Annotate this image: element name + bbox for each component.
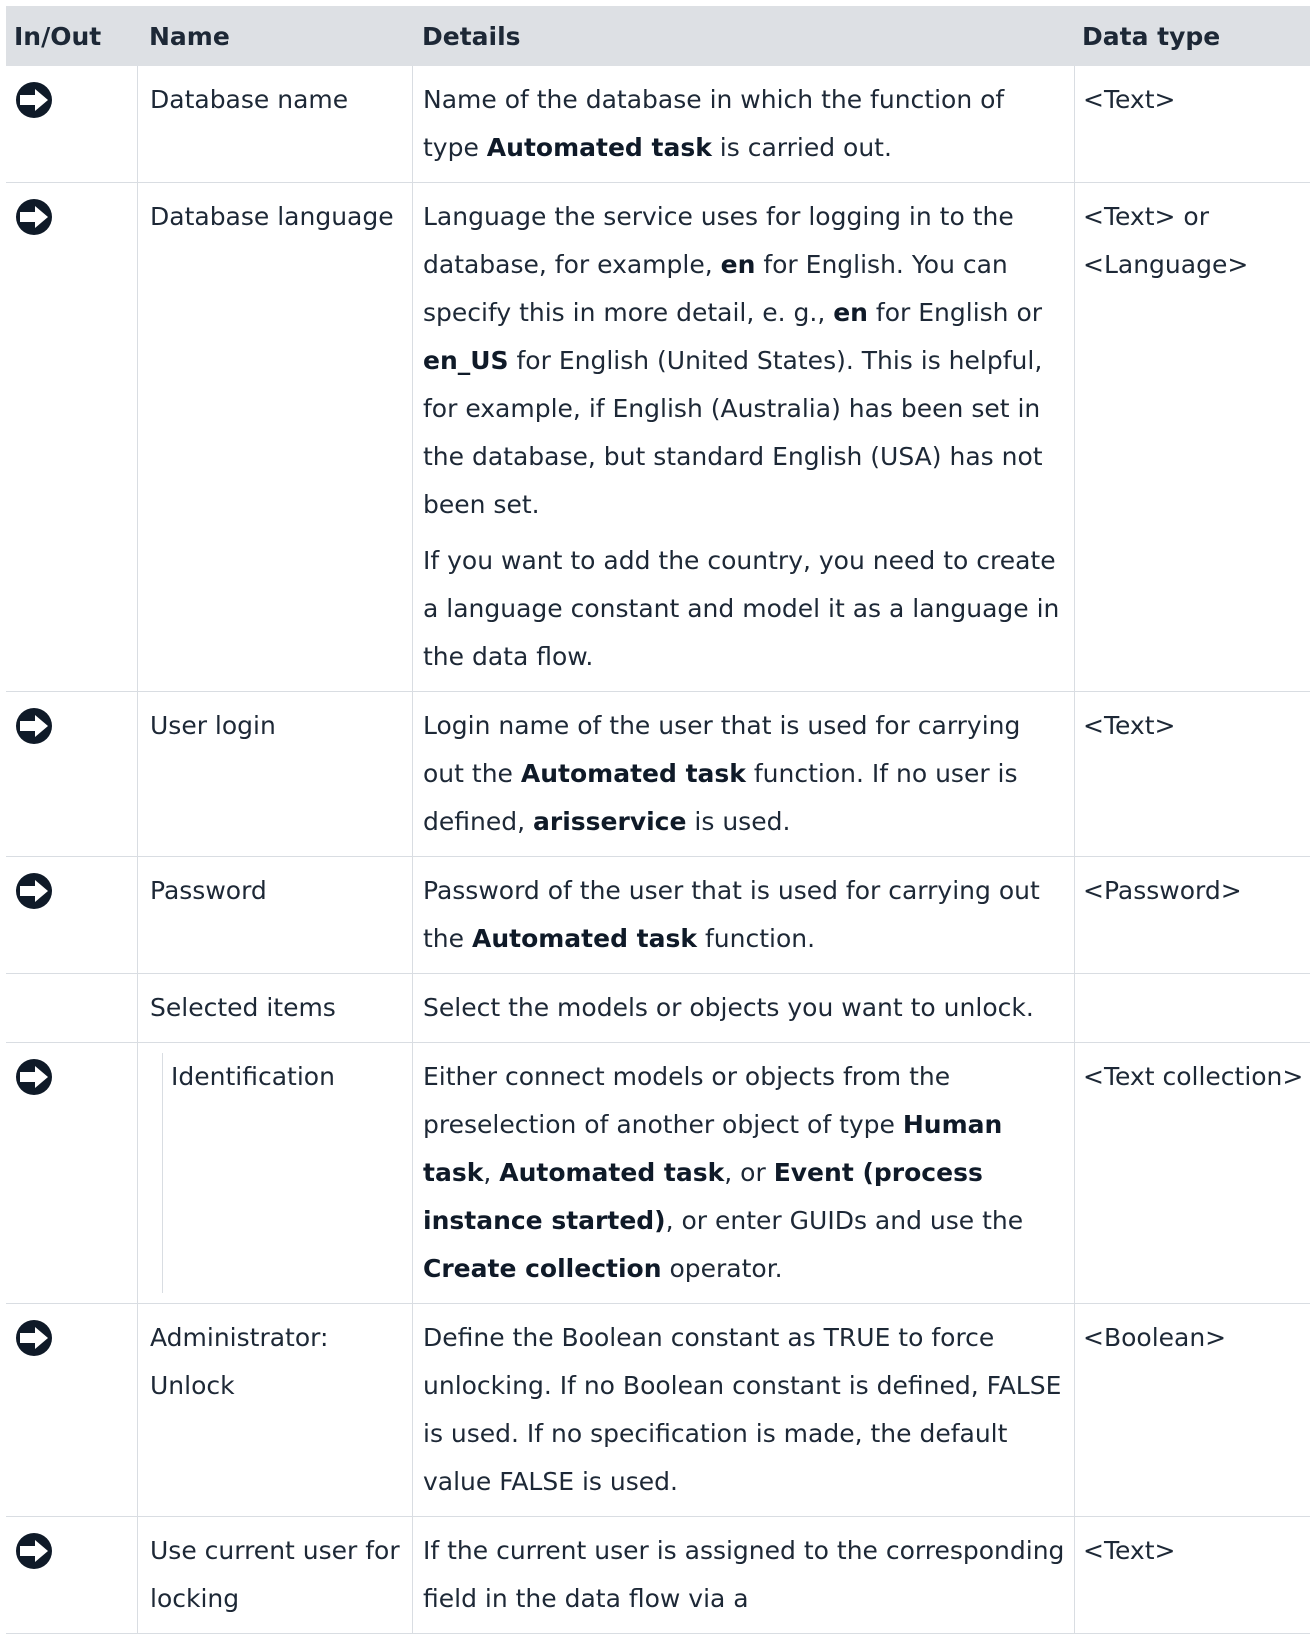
name-cell: Password xyxy=(137,857,412,973)
inout-cell xyxy=(6,974,137,1042)
details-cell: Language the service uses for logging in… xyxy=(412,183,1074,691)
inout-cell xyxy=(6,1043,137,1303)
header-datatype: Data type xyxy=(1082,21,1221,51)
inout-cell xyxy=(6,857,137,973)
table-row: Password Password of the user that is use… xyxy=(6,857,1310,974)
details-paragraph: Password of the user that is used for ca… xyxy=(423,876,1040,953)
datatype-cell: <Password> xyxy=(1074,857,1310,973)
datatype-cell: <Text> xyxy=(1074,692,1310,856)
table-row: Database language Language the service us… xyxy=(6,183,1310,692)
details-paragraph: If the current user is assigned to the c… xyxy=(423,1536,1065,1613)
name-cell: Identification xyxy=(137,1043,412,1303)
table-row: Use current user for locking If the curre… xyxy=(6,1517,1310,1634)
datatype-cell: <Text collection> xyxy=(1074,1043,1310,1303)
header-name: Name xyxy=(149,21,230,51)
datatype-cell: <Text> xyxy=(1074,66,1310,182)
details-paragraph: Name of the database in which the functi… xyxy=(423,85,1005,162)
input-arrow-icon xyxy=(14,706,54,746)
details-cell: Either connect models or objects from th… xyxy=(412,1043,1074,1303)
details-paragraph: Select the models or objects you want to… xyxy=(423,993,1034,1022)
name-cell: Administrator: Unlock xyxy=(137,1304,412,1516)
table-body: Database name Name of the database in whi… xyxy=(6,66,1310,1634)
details-paragraph: Either connect models or objects from th… xyxy=(423,1062,1024,1283)
datatype-cell: <Boolean> xyxy=(1074,1304,1310,1516)
header-inout: In/Out xyxy=(14,21,102,51)
name-cell: Selected items xyxy=(137,974,412,1042)
inout-cell xyxy=(6,66,137,182)
table-row: Administrator: Unlock Define the Boolean … xyxy=(6,1304,1310,1517)
input-arrow-icon xyxy=(14,80,54,120)
details-cell: Name of the database in which the functi… xyxy=(412,66,1074,182)
inout-cell xyxy=(6,1304,137,1516)
details-paragraph: Login name of the user that is used for … xyxy=(423,711,1021,836)
nested-name: Identification xyxy=(162,1053,412,1293)
details-paragraph: Language the service uses for logging in… xyxy=(423,202,1043,519)
details-cell: If the current user is assigned to the c… xyxy=(412,1517,1074,1633)
input-arrow-icon xyxy=(14,1531,54,1571)
datatype-cell: <Text> or <Language> xyxy=(1074,183,1310,691)
inout-cell xyxy=(6,1517,137,1633)
name-cell: Database language xyxy=(137,183,412,691)
input-arrow-icon xyxy=(14,871,54,911)
table-header: In/Out Name Details Data type xyxy=(6,6,1310,66)
table-row: Database name Name of the database in whi… xyxy=(6,66,1310,183)
name-cell: Use current user for locking xyxy=(137,1517,412,1633)
header-details: Details xyxy=(422,21,521,51)
table-row: Identification Either connect models or o… xyxy=(6,1043,1310,1304)
details-cell: Password of the user that is used for ca… xyxy=(412,857,1074,973)
parameter-table: In/Out Name Details Data type Database n… xyxy=(6,6,1310,1634)
inout-cell xyxy=(6,183,137,691)
table-row: User login Login name of the user that is… xyxy=(6,692,1310,857)
name-cell: User login xyxy=(137,692,412,856)
datatype-cell xyxy=(1074,974,1310,1042)
datatype-cell: <Text> xyxy=(1074,1517,1310,1633)
details-cell: Select the models or objects you want to… xyxy=(412,974,1074,1042)
inout-cell xyxy=(6,692,137,856)
input-arrow-icon xyxy=(14,197,54,237)
input-arrow-icon xyxy=(14,1057,54,1097)
name-cell: Database name xyxy=(137,66,412,182)
input-arrow-icon xyxy=(14,1318,54,1358)
details-cell: Login name of the user that is used for … xyxy=(412,692,1074,856)
details-paragraph: Define the Boolean constant as TRUE to f… xyxy=(423,1323,1062,1496)
details-paragraph: If you want to add the country, you need… xyxy=(423,546,1060,671)
table-row: Selected items Select the models or objec… xyxy=(6,974,1310,1043)
details-cell: Define the Boolean constant as TRUE to f… xyxy=(412,1304,1074,1516)
